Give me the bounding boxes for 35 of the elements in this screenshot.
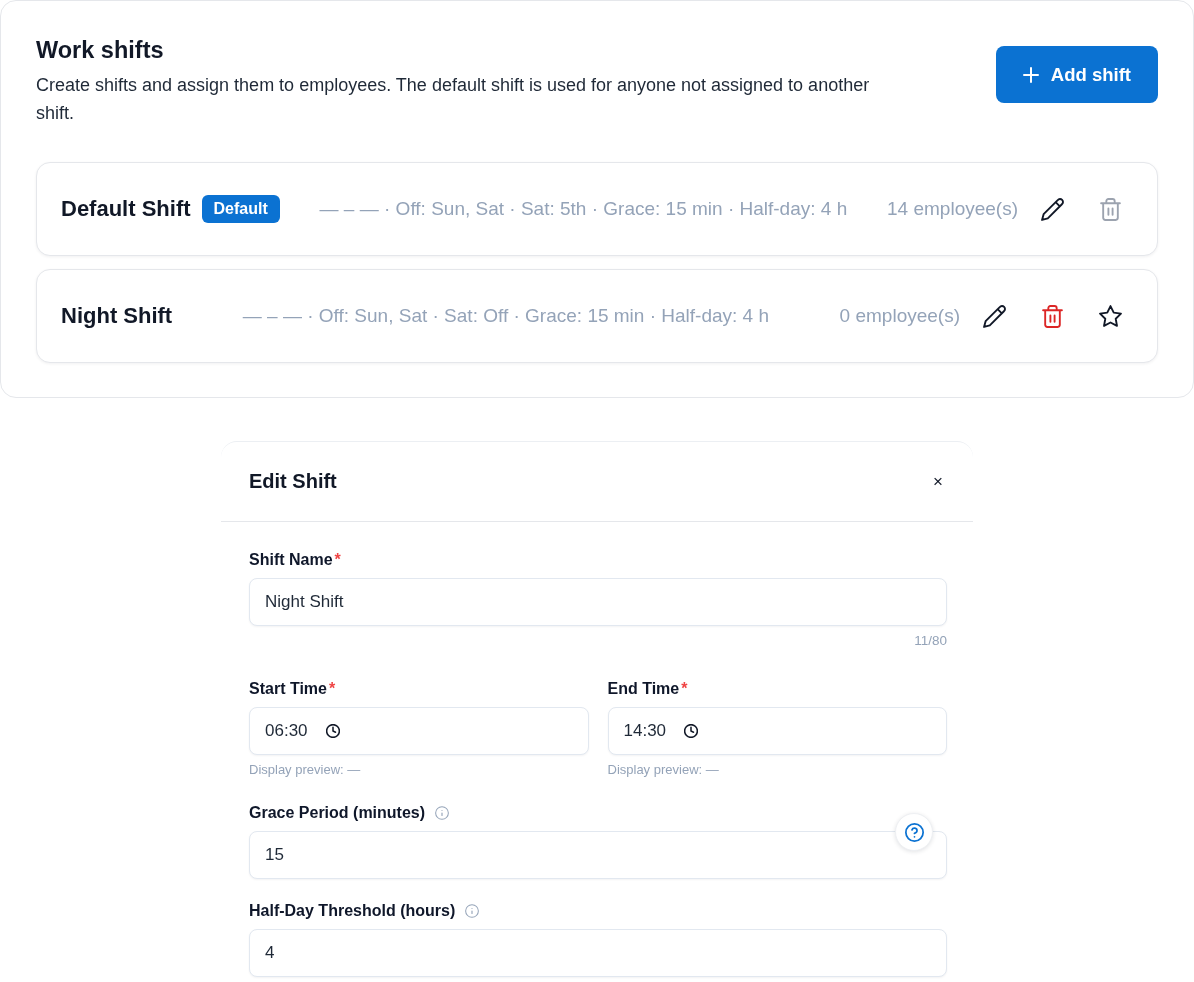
clock-icon[interactable] [684, 724, 699, 738]
shift-name-input[interactable]: Night Shift [249, 578, 947, 626]
shift-name: Default Shift [61, 196, 191, 222]
field-label: Half-Day Threshold (hours) [249, 901, 456, 921]
default-badge: Default [201, 195, 280, 223]
shift-summary: — – — · Off: Sun, Sat · Sat: Off · Grace: 15 min · Half-day: 4 h [242, 305, 769, 327]
close-button[interactable]: × [931, 471, 945, 492]
display-preview: Display preview: — [607, 761, 719, 779]
field-label: Start Time* [249, 679, 336, 699]
clock-icon[interactable] [325, 724, 340, 738]
display-preview: Display preview: — [249, 761, 361, 779]
field-label: Grace Period (minutes) [249, 803, 426, 823]
employee-count: 0 employee(s) [839, 305, 960, 327]
shift-summary: — – — · Off: Sun, Sat · Sat: 5th · Grace: 15 min · Half-day: 4 h [319, 198, 848, 220]
number-input[interactable]: 4 [249, 929, 947, 977]
plus-icon [1022, 66, 1039, 83]
question-icon [904, 822, 924, 842]
time-input[interactable]: 06:30 [249, 707, 589, 755]
trash-icon [1040, 304, 1064, 328]
shift-name: Night Shift [61, 303, 173, 329]
add-shift-button[interactable]: Add shift [995, 46, 1158, 103]
trash-icon [1098, 197, 1122, 221]
star-icon [1098, 304, 1122, 328]
pencil-icon [982, 304, 1006, 328]
field-label: End Time* [607, 679, 688, 699]
panel-title: Edit Shift [249, 470, 337, 493]
page-description: Create shifts and assign them to employees. The default shift is used for anyone not assigned to another shift. [36, 74, 871, 125]
number-input[interactable]: 15 [249, 831, 947, 879]
pencil-icon [1040, 197, 1064, 221]
help-button[interactable] [895, 813, 933, 851]
field-label: Shift Name* [249, 550, 341, 570]
employee-count: 14 employee(s) [887, 198, 1018, 220]
character-counter: 11/80 [914, 632, 947, 650]
page-title: Work shifts [36, 36, 165, 64]
time-input[interactable]: 14:30 [607, 707, 947, 755]
